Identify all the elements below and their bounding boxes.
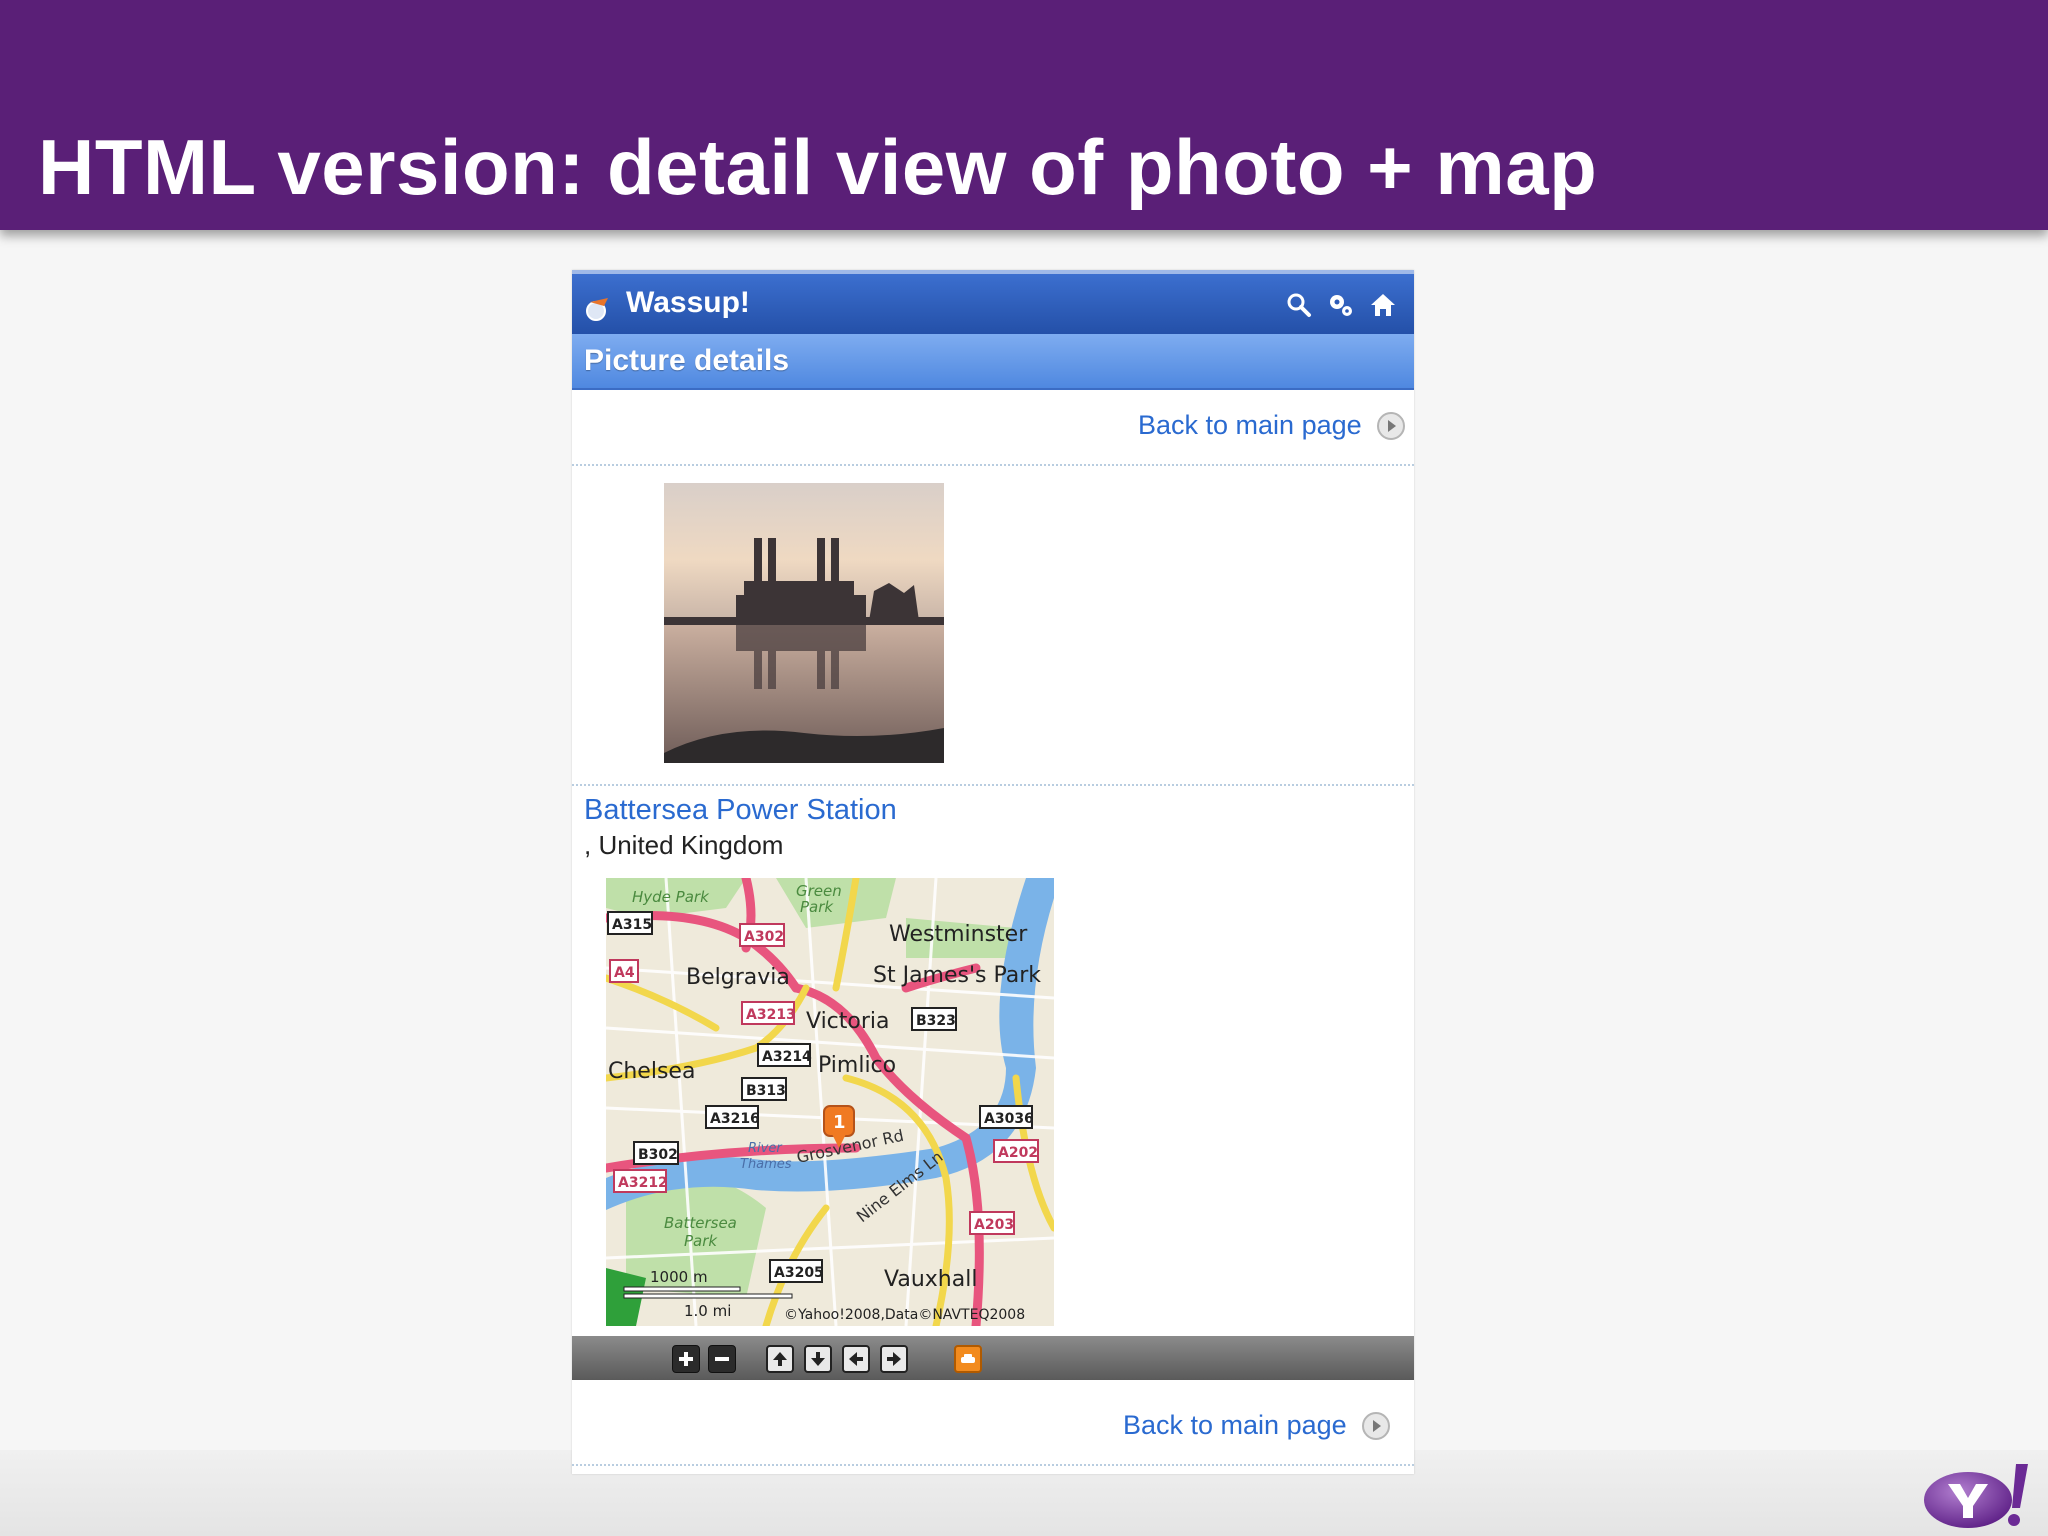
minus-icon — [715, 1357, 729, 1361]
back-to-main-link-bottom[interactable]: Back to main page — [1123, 1410, 1391, 1441]
home-icon[interactable] — [1368, 290, 1398, 320]
svg-text:A315: A315 — [612, 917, 652, 933]
svg-text:Pimlico: Pimlico — [818, 1053, 896, 1078]
yahoo-logo — [1924, 1464, 2028, 1528]
svg-text:A3212: A3212 — [618, 1175, 668, 1191]
battersea-photo-image — [664, 483, 944, 763]
svg-text:©Yahoo!2008,Data©NAVTEQ2008: ©Yahoo!2008,Data©NAVTEQ2008 — [784, 1307, 1025, 1323]
svg-text:Victoria: Victoria — [806, 1009, 890, 1034]
photo[interactable] — [664, 483, 944, 763]
arrow-right-icon — [887, 1352, 901, 1366]
svg-text:A3036: A3036 — [984, 1111, 1034, 1127]
svg-text:A203: A203 — [974, 1217, 1014, 1233]
car-icon — [961, 1354, 975, 1363]
app-header-icons — [1284, 290, 1398, 320]
svg-text:A3216: A3216 — [710, 1111, 760, 1127]
arrow-up-icon — [773, 1352, 787, 1366]
back-to-main-link-top[interactable]: Back to main page — [1138, 410, 1406, 441]
svg-text:Park: Park — [684, 1232, 718, 1250]
map-view[interactable]: Westminster Belgravia St James's Park Vi… — [606, 878, 1054, 1326]
phone-screen: Wassup! Picture details Back to main pag… — [572, 270, 1414, 1474]
plus-icon — [679, 1352, 693, 1366]
svg-text:B302: B302 — [638, 1147, 678, 1163]
back-link-label: Back to main page — [1123, 1410, 1347, 1440]
svg-text:1: 1 — [833, 1112, 846, 1133]
map-image: Westminster Belgravia St James's Park Vi… — [606, 878, 1054, 1326]
divider — [572, 784, 1414, 786]
app-bar: Wassup! — [572, 270, 1414, 334]
location-country: , United Kingdom — [584, 830, 784, 860]
search-icon[interactable] — [1284, 290, 1314, 320]
svg-text:Belgravia: Belgravia — [686, 965, 790, 990]
svg-text:Battersea: Battersea — [664, 1214, 737, 1232]
divider — [572, 464, 1414, 466]
svg-text:Vauxhall: Vauxhall — [884, 1267, 977, 1292]
zoom-in-button[interactable] — [672, 1345, 700, 1373]
svg-text:A3205: A3205 — [774, 1265, 824, 1281]
svg-text:A3213: A3213 — [746, 1007, 796, 1023]
slide-header: HTML version: detail view of photo + map — [0, 0, 2048, 230]
zoom-out-button[interactable] — [708, 1345, 736, 1373]
svg-text:A302: A302 — [744, 929, 784, 945]
svg-text:1000 m: 1000 m — [650, 1268, 708, 1286]
arrow-left-icon — [849, 1352, 863, 1366]
arrow-down-icon — [811, 1352, 825, 1366]
app-logo-icon — [586, 298, 608, 321]
svg-text:Hyde Park: Hyde Park — [632, 888, 710, 906]
svg-text:River: River — [748, 1141, 783, 1156]
back-link-label: Back to main page — [1138, 410, 1362, 440]
svg-text:Chelsea: Chelsea — [608, 1059, 695, 1084]
svg-text:A202: A202 — [998, 1145, 1038, 1161]
traffic-button[interactable] — [954, 1345, 982, 1373]
pan-down-button[interactable] — [804, 1345, 832, 1373]
map-toolbar — [572, 1336, 1414, 1380]
settings-icon[interactable] — [1326, 290, 1356, 320]
svg-text:St James's Park: St James's Park — [873, 963, 1041, 988]
location-name-link[interactable]: Battersea Power Station — [584, 794, 897, 827]
app-name: Wassup! — [626, 286, 750, 319]
svg-text:Thames: Thames — [740, 1157, 792, 1172]
svg-text:A4: A4 — [614, 965, 635, 981]
svg-text:B313: B313 — [746, 1083, 786, 1099]
slide-title: HTML version: detail view of photo + map — [38, 123, 1598, 211]
svg-text:B323: B323 — [916, 1013, 956, 1029]
svg-text:A3214: A3214 — [762, 1049, 812, 1065]
page-title: Picture details — [584, 344, 790, 377]
svg-text:Park: Park — [800, 898, 834, 916]
pan-left-button[interactable] — [842, 1345, 870, 1373]
pan-up-button[interactable] — [766, 1345, 794, 1373]
arrow-right-circle-icon — [1361, 1411, 1390, 1440]
subheader: Picture details — [572, 334, 1414, 390]
pan-right-button[interactable] — [880, 1345, 908, 1373]
svg-text:Westminster: Westminster — [889, 922, 1028, 947]
svg-text:1.0 mi: 1.0 mi — [684, 1302, 731, 1320]
divider — [572, 1464, 1414, 1466]
arrow-right-circle-icon — [1376, 411, 1405, 440]
